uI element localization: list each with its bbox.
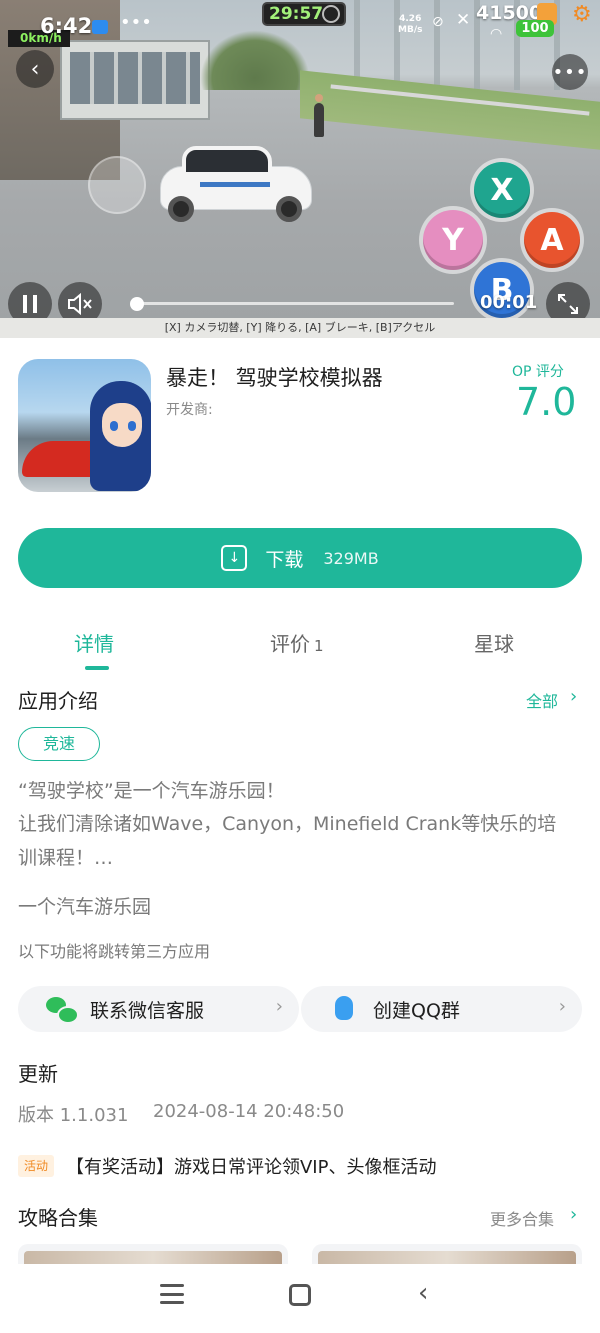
more-dots-icon: ••• [552, 61, 588, 83]
gear-icon: ⚙ [572, 2, 592, 27]
power-icon [322, 5, 340, 23]
notification-more-icon: ••• [120, 12, 152, 33]
network-speed: 4.26 MB/s [398, 14, 423, 35]
more-guides-link[interactable]: 更多合集 [490, 1206, 554, 1230]
score-label: OP 评分 [512, 364, 564, 380]
download-label: 下载 [265, 548, 304, 571]
scene-car [160, 142, 312, 222]
chevron-right-icon[interactable]: › [570, 686, 577, 707]
menu-icon[interactable] [160, 1284, 184, 1304]
intro-section-title: 应用介绍 [18, 689, 98, 713]
description-line: 训课程！… [18, 847, 114, 869]
battery-indicator: 100 [516, 20, 554, 37]
wechat-support-label: 联系微信客服 [90, 999, 205, 1022]
video-player[interactable]: X Y A B 0km/h 6:42 ••• 29:57 4.26 MB/s ⊘… [0, 0, 600, 338]
description-line: 让我们清除诸如Wave，Canyon，Minefield Crank等快乐的培 [18, 813, 557, 835]
qq-group-button[interactable]: 创建QQ群 › [301, 986, 582, 1032]
game-button-x: X [474, 162, 530, 218]
review-count: 1 [314, 637, 324, 655]
description-summary: 一个汽车游乐园 [18, 896, 152, 918]
tab-details[interactable]: 详情 [74, 628, 114, 657]
activity-badge: 活动 [18, 1155, 54, 1177]
speaker-muted-icon [68, 293, 92, 315]
status-time: 6:42 [40, 14, 93, 38]
wechat-support-button[interactable]: 联系微信客服 › [18, 986, 299, 1032]
genre-tag[interactable]: 竞速 [18, 727, 100, 761]
download-size: 329MB [323, 548, 379, 568]
qq-group-label: 创建QQ群 [373, 999, 460, 1022]
video-progress-track[interactable] [136, 302, 454, 305]
scene-pedestrian [314, 94, 324, 137]
video-progress-thumb[interactable] [130, 297, 144, 311]
wechat-icon [46, 994, 79, 1024]
game-controls-hint: [X] カメラ切替, [Y] 降りる, [A] ブレーキ, [B]アクセル [0, 318, 600, 338]
tab-reviews[interactable]: 评价 1 [270, 628, 324, 657]
notification-app-icon [92, 20, 108, 34]
update-section-title: 更新 [18, 1062, 58, 1086]
chevron-right-icon: › [558, 996, 566, 1017]
guide-card[interactable] [18, 1244, 288, 1264]
close-icon: ✕ [456, 10, 471, 30]
app-title: 暴走！ 驾驶学校模拟器 [166, 366, 383, 390]
download-button[interactable]: ↓ 下载 329MB [18, 528, 582, 588]
description-line: “驾驶学校”是一个汽车游乐园！ [18, 780, 285, 802]
status-bar: 0km/h 6:42 ••• 29:57 4.26 MB/s ⊘ ✕ 41500… [0, 0, 600, 47]
fullscreen-icon [558, 294, 578, 314]
tab-indicator [85, 666, 109, 670]
game-button-a: A [524, 212, 580, 268]
silent-mode-icon: ⊘ [432, 14, 444, 30]
guide-card[interactable] [312, 1244, 582, 1264]
chevron-right-icon: › [275, 996, 283, 1017]
third-party-note: 以下功能将跳转第三方应用 [18, 942, 211, 961]
home-icon[interactable] [289, 1284, 311, 1306]
more-button[interactable]: ••• [552, 54, 588, 90]
score-value: 7.0 [516, 380, 577, 424]
app-icon [18, 359, 151, 492]
back-button[interactable]: ‹ [16, 50, 54, 88]
pause-icon [23, 295, 37, 313]
developer-label: 开发商: [166, 402, 213, 418]
version-text: 版本 1.1.031 [18, 1105, 129, 1126]
chevron-left-icon: ‹ [30, 56, 40, 82]
video-elapsed-time: 00:01 [480, 292, 538, 313]
tab-planet[interactable]: 星球 [474, 628, 514, 657]
chevron-right-icon[interactable]: › [570, 1204, 577, 1225]
qq-icon [329, 994, 359, 1024]
wifi-icon: ◠ [490, 26, 503, 42]
download-icon: ↓ [221, 545, 248, 571]
game-button-y: Y [423, 210, 483, 270]
scene-building-windows [70, 52, 200, 104]
game-joystick [88, 156, 146, 214]
system-navigation-bar: ‹ [0, 1264, 600, 1333]
update-date: 2024-08-14 20:48:50 [153, 1101, 345, 1122]
see-all-link[interactable]: 全部 [526, 688, 558, 712]
activity-link[interactable]: 【有奖活动】游戏日常评论领VIP、头像框活动 [66, 1153, 436, 1179]
guides-section-title: 攻略合集 [18, 1206, 98, 1230]
back-icon[interactable]: ‹ [418, 1278, 428, 1308]
